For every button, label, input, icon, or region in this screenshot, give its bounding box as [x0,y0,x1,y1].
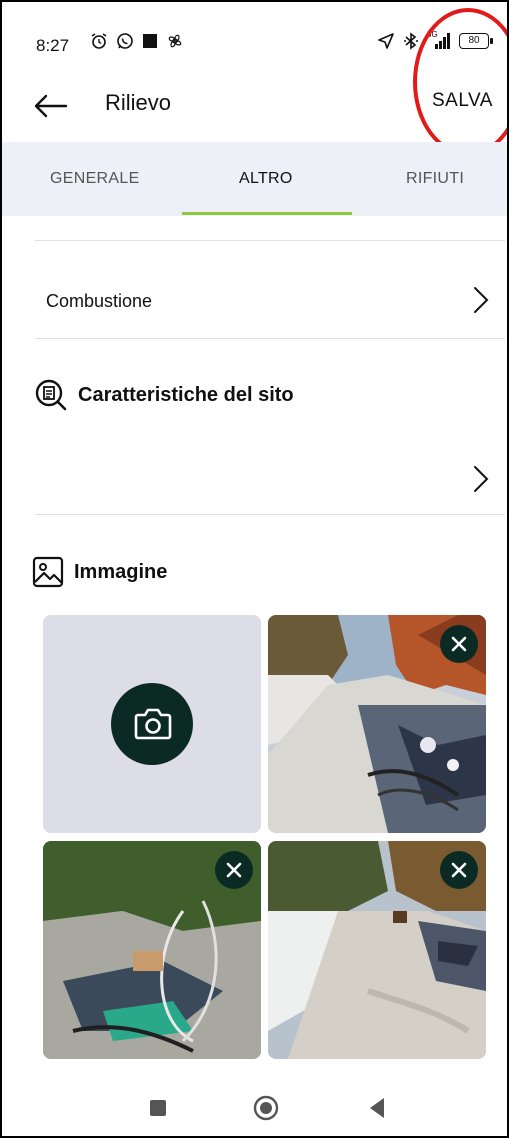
tab-generale[interactable]: GENERALE [50,170,140,188]
close-icon [226,862,242,878]
camera-button[interactable] [111,683,193,765]
tab-bar: GENERALE ALTRO RIFIUTI [2,142,507,216]
site-search-icon [35,379,67,411]
square-icon [143,34,157,48]
image-icon [32,556,64,588]
save-button[interactable]: SALVA [432,90,493,112]
divider [35,338,505,339]
fan-icon [168,34,182,48]
home-circle-icon[interactable] [252,1094,280,1122]
close-icon [451,862,467,878]
photo-tile-3[interactable] [268,841,486,1059]
back-arrow-icon[interactable] [28,84,72,128]
recents-square-icon[interactable] [148,1098,168,1118]
active-tab-indicator [182,212,352,215]
status-left-icons [90,32,184,50]
status-bar: 8:27 5G 80 [2,2,507,74]
system-nav-bar [2,1080,507,1136]
add-photo-tile[interactable] [43,615,261,833]
remove-photo-2-button[interactable] [215,851,253,889]
site-section-title: Caratteristiche del sito [34,378,294,412]
remove-photo-3-button[interactable] [440,851,478,889]
divider [35,514,505,515]
image-section-title: Immagine [32,556,167,588]
status-right-icons: 5G 80 [377,30,493,50]
combustione-row[interactable]: Combustione [2,241,507,339]
form-content: Combustione Caratteristiche del sito Imm… [2,216,507,1080]
chevron-right-icon [474,466,489,492]
tab-altro[interactable]: ALTRO [239,170,293,188]
camera-icon [134,708,172,740]
site-section-label: Caratteristiche del sito [78,383,294,406]
tab-rifiuti[interactable]: RIFIUTI [406,170,464,188]
bluetooth-icon [404,32,418,50]
signal-5g-icon: 5G [427,30,451,50]
close-icon [451,636,467,652]
photo-tile-2[interactable] [43,841,261,1059]
back-triangle-icon[interactable] [366,1096,388,1120]
image-section-label: Immagine [74,560,168,583]
photo-tile-1[interactable] [268,615,486,833]
status-time: 8:27 [36,36,70,55]
location-arrow-icon [378,33,394,49]
combustione-label: Combustione [46,291,153,311]
page-title: Rilievo [105,90,172,115]
alarm-icon [91,33,107,49]
app-screen: 8:27 5G 80 Rilievo SALVA GENERALE ALTRO … [0,0,509,1138]
remove-photo-1-button[interactable] [440,625,478,663]
battery-icon: 80 [459,33,493,49]
app-bar: Rilievo SALVA [2,74,507,142]
whatsapp-icon [117,33,133,49]
chevron-right-icon [474,287,489,313]
site-row[interactable] [2,444,507,514]
